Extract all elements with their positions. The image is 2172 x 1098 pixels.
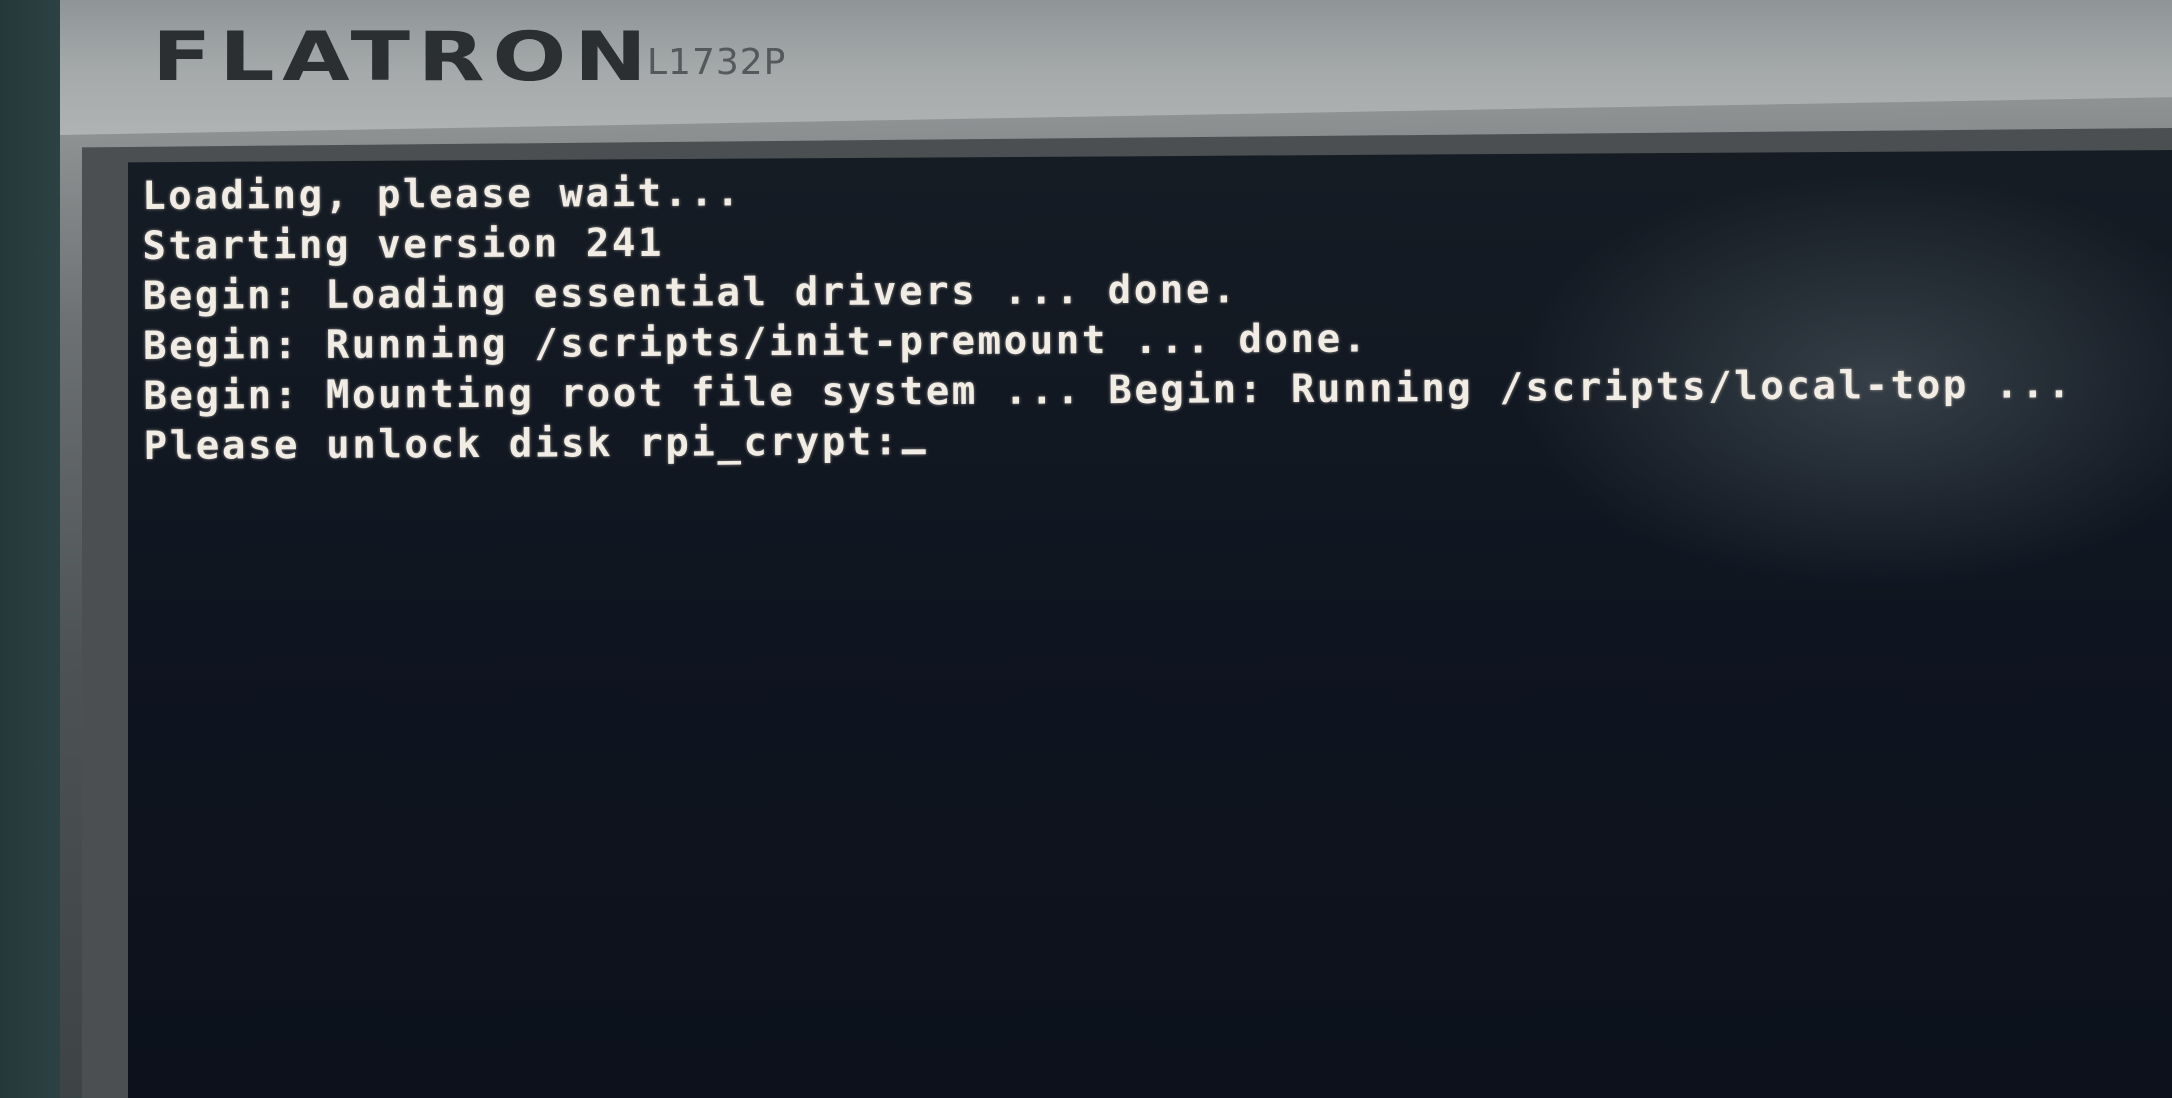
monitor-brand-logo: FLATRON [152, 18, 655, 97]
photo-scene: FLATRON L1732P Loading, please wait... St… [0, 0, 2172, 1098]
text-cursor[interactable] [902, 449, 927, 455]
boot-console: Loading, please wait... Starting version … [142, 160, 2074, 472]
monitor-model-label: L1732P [647, 42, 787, 83]
passphrase-prompt: Please unlock disk rpi_crypt: [143, 419, 901, 469]
